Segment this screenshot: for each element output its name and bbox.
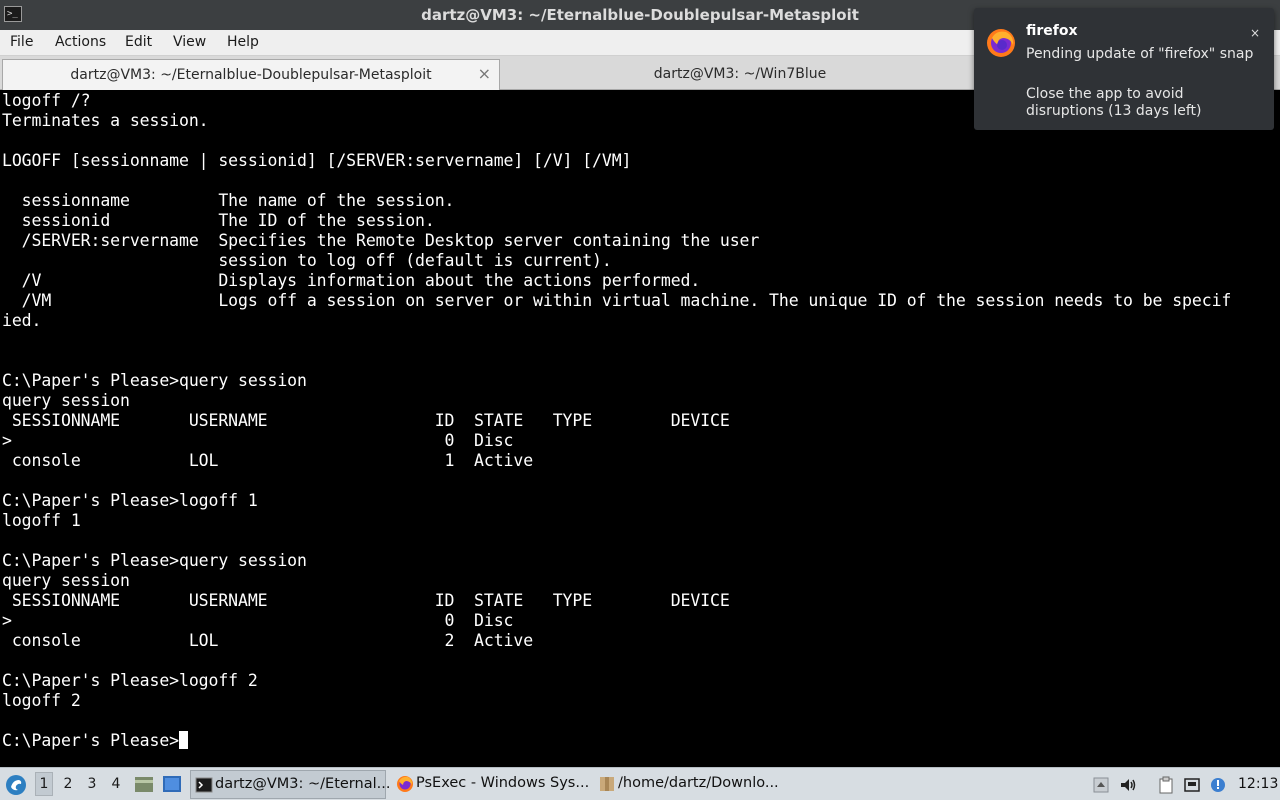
firefox-icon xyxy=(987,29,1015,57)
clipboard-icon[interactable] xyxy=(1157,776,1175,794)
volume-icon[interactable] xyxy=(1119,776,1137,794)
notification-close-icon[interactable]: × xyxy=(1250,26,1260,40)
workspace-1[interactable]: 1 xyxy=(35,772,53,796)
taskbar-task-firefox[interactable]: PsExec - Windows Sys... xyxy=(392,770,590,799)
terminal-icon xyxy=(195,777,213,793)
show-desktop-icon[interactable] xyxy=(162,775,182,793)
notification-message: Pending update of "firefox" snap xyxy=(1026,46,1254,62)
workspace-2[interactable]: 2 xyxy=(59,776,77,792)
taskbar-task-terminal[interactable]: dartz@VM3: ~/Eternal... xyxy=(190,770,390,799)
tab-close-icon[interactable]: × xyxy=(478,64,491,83)
firefox-icon xyxy=(397,776,413,792)
task-label: /home/dartz/Downlo... xyxy=(618,775,779,791)
tray-expand-icon[interactable] xyxy=(1092,776,1110,794)
task-label: PsExec - Windows Sys... xyxy=(416,775,590,791)
menu-edit[interactable]: Edit xyxy=(125,34,152,50)
task-label: dartz@VM3: ~/Eternal... xyxy=(215,776,391,792)
tab-label: dartz@VM3: ~/Win7Blue xyxy=(653,66,827,82)
menu-view[interactable]: View xyxy=(173,34,206,50)
menu-actions[interactable]: Actions xyxy=(55,34,106,50)
taskbar-task-folder[interactable]: /home/dartz/Downlo... xyxy=(594,770,790,799)
notification-app-name: firefox xyxy=(1026,23,1078,39)
menu-file[interactable]: File xyxy=(10,34,33,50)
notification-popup[interactable]: firefox × Pending update of "firefox" sn… xyxy=(974,8,1274,130)
network-icon[interactable] xyxy=(1183,776,1201,794)
terminal-cursor xyxy=(179,731,189,749)
tab-label: dartz@VM3: ~/Eternalblue-Doublepulsar-Me… xyxy=(70,67,432,83)
start-menu-icon[interactable] xyxy=(5,774,27,796)
taskbar-clock: 12:13 xyxy=(1238,776,1279,792)
notification-detail: Close the app to avoid disruptions (13 d… xyxy=(1026,86,1202,119)
terminal-text: logoff /? Terminates a session. LOGOFF [… xyxy=(2,91,1232,750)
file-manager-launcher-icon[interactable] xyxy=(134,775,154,793)
workspace-3[interactable]: 3 xyxy=(83,776,101,792)
menu-help[interactable]: Help xyxy=(227,34,259,50)
tab-eternalblue[interactable]: dartz@VM3: ~/Eternalblue-Doublepulsar-Me… xyxy=(2,59,500,90)
terminal-output[interactable]: logoff /? Terminates a session. LOGOFF [… xyxy=(0,91,1280,767)
tab-win7blue[interactable]: dartz@VM3: ~/Win7Blue xyxy=(500,59,980,90)
folder-icon xyxy=(600,777,614,791)
taskbar: 1 2 3 4 dartz@VM3: ~/Eternal... PsExec -… xyxy=(0,767,1280,800)
workspace-4[interactable]: 4 xyxy=(107,776,125,792)
updates-icon[interactable] xyxy=(1209,776,1227,794)
